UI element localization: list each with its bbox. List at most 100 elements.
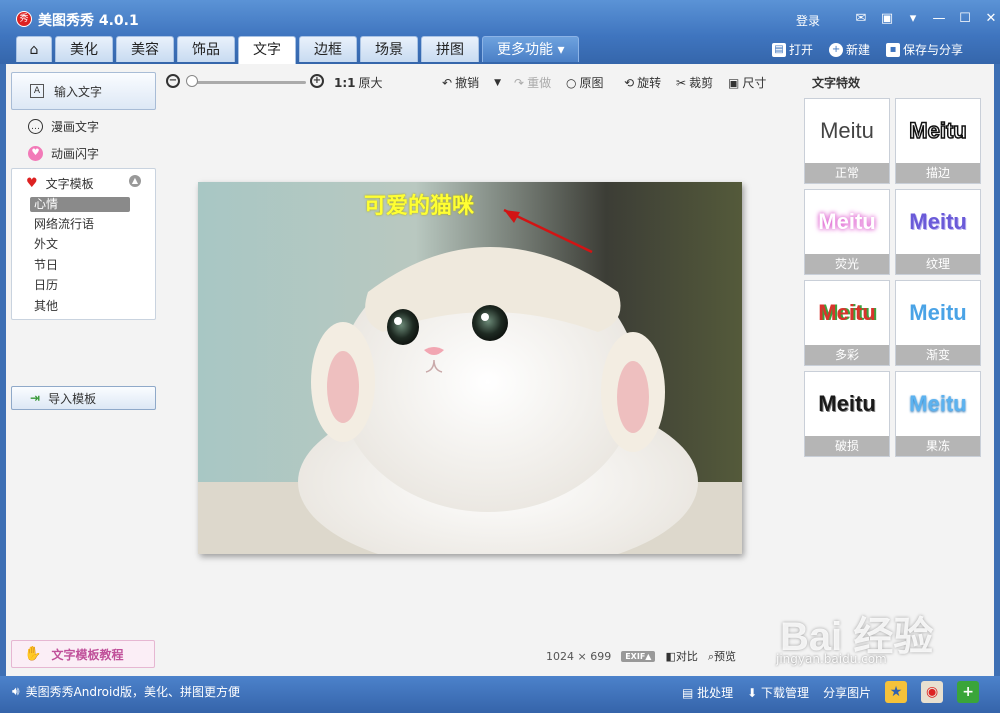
effect-glow[interactable]: Meitu 荧光 — [804, 189, 890, 275]
effect-label: 纹理 — [896, 254, 980, 274]
anim-text-label: 动画闪字 — [51, 147, 100, 161]
feedback-icon[interactable]: ✉ — [848, 9, 874, 29]
template-item-other[interactable]: 其他 — [30, 299, 130, 314]
image-height: 699 — [590, 649, 612, 663]
anim-text-link[interactable]: ♥ 动画闪字 — [28, 145, 99, 162]
template-header-label: 文字模板 — [45, 177, 94, 191]
zoom-out-icon[interactable]: − — [166, 74, 180, 88]
effect-colorful[interactable]: Meitu 多彩 — [804, 280, 890, 366]
minimize-icon[interactable]: — — [926, 9, 952, 29]
batch-button[interactable]: ▤ 批处理 — [682, 684, 733, 701]
zoom-in-icon[interactable]: + — [310, 74, 324, 88]
crop-button[interactable]: ✂ 裁剪 — [676, 74, 713, 91]
original-size-button[interactable]: 1:1 原大 — [334, 74, 383, 91]
tab-more-features[interactable]: 更多功能 ▾ — [482, 36, 580, 62]
rotate-button[interactable]: ⟲ 旋转 — [624, 74, 661, 91]
plus-icon: + — [829, 42, 844, 57]
input-text-label: 输入文字 — [54, 84, 103, 99]
download-icon: ⬇ — [747, 685, 762, 700]
new-button[interactable]: + 新建 — [829, 41, 870, 58]
effect-label: 荧光 — [805, 254, 889, 274]
zoom-slider-thumb[interactable] — [186, 75, 198, 87]
input-text-button[interactable]: A 输入文字 — [11, 72, 156, 110]
effect-texture[interactable]: Meitu 纹理 — [895, 189, 981, 275]
tab-frame[interactable]: 边框 — [299, 36, 357, 62]
effect-sample: Meitu — [818, 209, 876, 234]
tutorial-label: 文字模板教程 — [51, 647, 124, 662]
compare-button[interactable]: ◧对比 — [665, 648, 697, 664]
tab-text[interactable]: 文字 — [238, 36, 296, 64]
effect-outline[interactable]: Meitu 描边 — [895, 98, 981, 184]
effect-normal[interactable]: Meitu 正常 — [804, 98, 890, 184]
template-item-mood[interactable]: 心情 — [30, 197, 130, 212]
save-icon: ▪ — [886, 42, 901, 57]
folder-icon: ▤ — [772, 42, 786, 57]
menu-icon[interactable]: ▾ — [900, 9, 926, 29]
title-bar: 秀 美图秀秀 4.0.1 登录 ✉ ▣ ▾ — ☐ ✕ — [0, 0, 1000, 36]
batch-label: 批处理 — [697, 685, 734, 700]
star-icon[interactable]: ★ — [885, 681, 908, 703]
redo-icon: ↷ — [514, 75, 525, 90]
main-tabs: ⌂ 美化 美容 饰品 文字 边框 场景 拼图 更多功能 ▾ — [16, 36, 580, 64]
template-item-calendar[interactable]: 日历 — [30, 278, 130, 293]
original-label: 原图 — [579, 76, 604, 90]
close-icon[interactable]: ✕ — [978, 9, 1000, 29]
add-icon[interactable]: + — [957, 681, 980, 703]
heart-icon: ♥ — [28, 146, 43, 161]
save-share-button[interactable]: ▪ 保存与分享 — [886, 41, 963, 58]
template-item-foreign[interactable]: 外文 — [30, 237, 130, 252]
preview-button[interactable]: ⌕预览 — [708, 648, 736, 664]
home-icon[interactable]: ⌂ — [16, 36, 52, 62]
effects-title: 文字特效 — [812, 76, 861, 90]
original-button[interactable]: ○ 原图 — [566, 74, 604, 91]
comic-text-label: 漫画文字 — [51, 120, 100, 134]
effect-jelly[interactable]: Meitu 果冻 — [895, 371, 981, 457]
effect-broken[interactable]: Meitu 破损 — [804, 371, 890, 457]
template-item-slang[interactable]: 网络流行语 — [30, 217, 130, 232]
template-panel: ♥ 文字模板 ▲ 心情 网络流行语 外文 节日 日历 其他 — [11, 168, 156, 320]
skin-icon[interactable]: ▣ — [874, 9, 900, 29]
template-item-holiday[interactable]: 节日 — [30, 258, 130, 273]
open-button[interactable]: ▤ 打开 — [772, 41, 813, 58]
template-header[interactable]: ♥ 文字模板 — [26, 175, 94, 192]
maximize-icon[interactable]: ☐ — [952, 9, 978, 29]
login-link[interactable]: 登录 — [796, 12, 820, 29]
app-logo-icon: 秀 — [16, 11, 32, 27]
zoom-slider[interactable] — [188, 81, 306, 84]
comic-text-link[interactable]: … 漫画文字 — [28, 118, 99, 135]
template-tutorial-button[interactable]: ✋ 文字模板教程 — [11, 640, 155, 668]
resize-icon: ▣ — [728, 75, 740, 90]
size-label: 尺寸 — [742, 76, 767, 90]
image-info-bar: 1024 × 699 EXIF▲ ◧对比 ⌕预览 — [546, 648, 736, 664]
effect-sample: Meitu — [909, 209, 967, 234]
redo-label: 重做 — [527, 76, 552, 90]
import-template-button[interactable]: ⇥ 导入模板 — [11, 386, 156, 410]
tab-collage[interactable]: 拼图 — [421, 36, 479, 62]
left-panel: A 输入文字 … 漫画文字 ♥ 动画闪字 ♥ 文字模板 ▲ 心情 网络流行语 外… — [6, 64, 158, 676]
tab-scene[interactable]: 场景 — [360, 36, 418, 62]
tab-beautify[interactable]: 美化 — [55, 36, 113, 62]
exif-badge[interactable]: EXIF▲ — [621, 650, 656, 662]
effect-gradient[interactable]: Meitu 渐变 — [895, 280, 981, 366]
share-image-button[interactable]: 分享图片 — [823, 684, 871, 701]
redo-button[interactable]: ↷ 重做 — [514, 74, 551, 91]
window-controls: ✉ ▣ ▾ — ☐ ✕ — [848, 9, 1000, 29]
effect-sample: Meitu — [820, 118, 874, 143]
import-icon: ⇥ — [30, 391, 41, 405]
resize-button[interactable]: ▣ 尺寸 — [728, 74, 766, 91]
preview-label: 预览 — [714, 650, 737, 663]
undo-dropdown-icon[interactable]: ▼ — [494, 78, 501, 88]
weibo-icon[interactable]: ◉ — [921, 681, 944, 703]
effect-label: 描边 — [896, 163, 980, 183]
status-message[interactable]: 🔊︎ 美图秀秀Android版，美化、拼图更方便 — [12, 683, 240, 700]
overlay-text[interactable]: 可爱的猫咪 — [364, 188, 474, 220]
tab-accessories[interactable]: 饰品 — [177, 36, 235, 62]
template-item-label: 心情 — [34, 197, 59, 211]
new-label: 新建 — [846, 43, 871, 57]
undo-button[interactable]: ↶ 撤销 ▼ — [442, 74, 501, 91]
download-manager-button[interactable]: ⬇ 下载管理 — [747, 684, 809, 701]
effect-sample: Meitu — [909, 117, 968, 144]
collapse-icon[interactable]: ▲ — [129, 175, 141, 187]
image-canvas[interactable]: 可爱的猫咪 — [198, 182, 742, 554]
tab-face[interactable]: 美容 — [116, 36, 174, 62]
